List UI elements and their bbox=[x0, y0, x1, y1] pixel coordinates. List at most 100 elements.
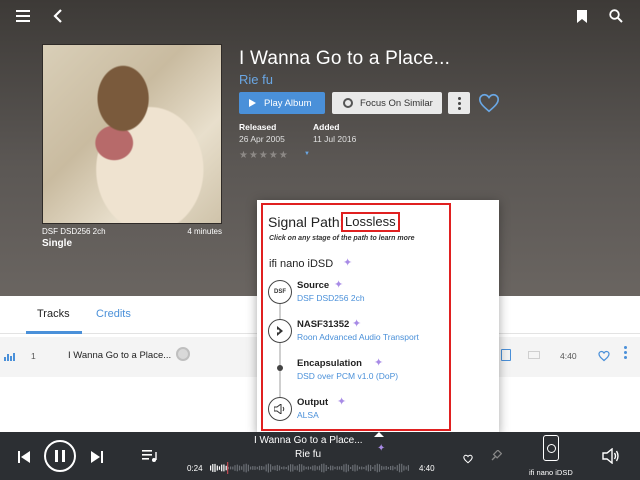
focus-label: Focus On Similar bbox=[360, 97, 433, 109]
waveform-bar bbox=[216, 465, 218, 471]
search-icon[interactable] bbox=[609, 9, 623, 23]
bookmark-icon[interactable] bbox=[577, 10, 587, 23]
stage-source-name[interactable]: Source bbox=[297, 280, 329, 291]
waveform-bar bbox=[336, 466, 338, 470]
waveform-bar bbox=[272, 466, 274, 470]
waveform-bar bbox=[285, 467, 287, 470]
waveform-bar bbox=[294, 466, 296, 470]
waveform-bar bbox=[392, 465, 394, 471]
signal-path-sparkle-icon[interactable]: ✦ bbox=[377, 443, 385, 454]
waveform-bar bbox=[247, 464, 249, 472]
tab-credits[interactable]: Credits bbox=[96, 308, 131, 320]
pin-icon[interactable] bbox=[490, 449, 503, 461]
waveform-bar bbox=[221, 464, 223, 472]
path-line bbox=[279, 292, 281, 410]
album-artist-link[interactable]: Rie fu bbox=[239, 72, 273, 87]
waveform-bar bbox=[372, 466, 374, 470]
waveform-bar bbox=[374, 464, 376, 472]
lyrics-icon[interactable] bbox=[501, 349, 511, 361]
waveform-bar bbox=[254, 466, 256, 470]
waveform-bar bbox=[396, 465, 398, 471]
menu-icon[interactable] bbox=[16, 10, 30, 22]
audio-device-icon[interactable] bbox=[543, 435, 559, 461]
next-track-icon[interactable] bbox=[91, 450, 103, 463]
dsf-icon[interactable]: DSF bbox=[268, 280, 292, 304]
waveform-bar bbox=[281, 466, 283, 470]
focus-on-similar-button[interactable]: Focus On Similar bbox=[332, 92, 442, 114]
stage-output-name[interactable]: Output bbox=[297, 397, 328, 408]
waveform-bar bbox=[363, 467, 365, 470]
waveform-bar bbox=[234, 465, 236, 471]
waveform-bar bbox=[365, 465, 367, 471]
waveform-bar bbox=[252, 466, 254, 470]
waveform-bar bbox=[261, 466, 263, 470]
waveform-bar bbox=[394, 466, 396, 470]
audio-device-name[interactable]: ifi nano iDSD bbox=[529, 468, 573, 477]
play-icon bbox=[249, 99, 256, 107]
waveform-bar bbox=[287, 465, 289, 471]
playhead-marker bbox=[227, 462, 229, 474]
more-options-button[interactable] bbox=[448, 92, 470, 114]
play-album-button[interactable]: Play Album bbox=[239, 92, 325, 114]
waveform-bar bbox=[278, 465, 281, 471]
speaker-icon[interactable] bbox=[268, 397, 292, 421]
signal-path-device: ifi nano iDSD bbox=[269, 258, 334, 270]
track-number: 1 bbox=[31, 351, 36, 361]
back-icon[interactable] bbox=[52, 9, 64, 23]
waveform-bar bbox=[241, 466, 243, 470]
waveform-bar bbox=[332, 465, 334, 471]
signal-path-popup: Signal Path: Lossless Click on any stage… bbox=[257, 200, 499, 434]
queue-icon[interactable] bbox=[142, 449, 158, 463]
waveform-bar bbox=[387, 466, 389, 470]
now-playing-artist[interactable]: Rie fu bbox=[295, 449, 321, 460]
waveform-bar bbox=[367, 464, 369, 472]
player-heart-icon[interactable] bbox=[463, 451, 473, 464]
waveform-bar bbox=[298, 464, 301, 472]
track-title[interactable]: I Wanna Go to a Place... bbox=[68, 350, 171, 361]
sparkle-icon: ✦ bbox=[343, 257, 353, 269]
stage-transport-name[interactable]: NASF31352 bbox=[297, 319, 349, 330]
encapsulation-node-icon bbox=[277, 365, 283, 371]
waveform-bar bbox=[265, 464, 267, 472]
stage-encapsulation-detail: DSD over PCM v1.0 (DoP) bbox=[297, 371, 399, 381]
popup-pointer bbox=[374, 432, 384, 437]
waveform-bar bbox=[407, 465, 409, 471]
previous-track-icon[interactable] bbox=[18, 450, 30, 463]
roon-icon[interactable] bbox=[268, 319, 292, 343]
active-tab-indicator bbox=[26, 331, 82, 334]
waveform-bar bbox=[270, 464, 272, 472]
stage-encapsulation-name[interactable]: Encapsulation bbox=[297, 358, 362, 369]
waveform-bar bbox=[307, 466, 309, 470]
track-options-icon[interactable] bbox=[624, 346, 627, 359]
now-playing-title[interactable]: I Wanna Go to a Place... bbox=[254, 435, 363, 446]
waveform-bar bbox=[243, 464, 245, 472]
waveform-bar bbox=[316, 466, 318, 470]
waveform-bar bbox=[230, 466, 232, 470]
waveform-bar bbox=[258, 465, 261, 471]
progress-waveform[interactable] bbox=[210, 462, 410, 474]
rating-dropdown-icon[interactable]: ▼ bbox=[304, 151, 310, 157]
volume-icon[interactable] bbox=[602, 447, 620, 465]
waveform-bar bbox=[405, 466, 407, 470]
waveform-bar bbox=[385, 466, 387, 470]
favorite-heart-icon[interactable] bbox=[478, 92, 500, 114]
waveform-bar bbox=[296, 465, 298, 471]
waveform-bar bbox=[267, 463, 269, 473]
rating-stars[interactable]: ★★★★★ bbox=[239, 150, 289, 161]
waveform-bar bbox=[276, 464, 278, 471]
waveform-bar bbox=[256, 466, 258, 470]
track-heart-icon[interactable] bbox=[598, 349, 610, 362]
sparkle-icon: ✦ bbox=[337, 396, 347, 408]
waveform-bar bbox=[238, 465, 241, 471]
waveform-bar bbox=[347, 464, 349, 472]
tab-tracks[interactable]: Tracks bbox=[37, 308, 70, 320]
waveform-bar bbox=[358, 466, 361, 470]
stage-transport-detail: Roon Advanced Audio Transport bbox=[297, 332, 419, 342]
waveform-bar bbox=[321, 463, 323, 473]
waveform-bar bbox=[343, 464, 345, 472]
cover-format: DSF DSD256 2ch bbox=[42, 227, 106, 236]
album-cover[interactable] bbox=[42, 44, 222, 224]
waveform-bar bbox=[310, 466, 312, 470]
pause-button[interactable] bbox=[44, 440, 76, 472]
waveform-bar bbox=[345, 463, 347, 473]
